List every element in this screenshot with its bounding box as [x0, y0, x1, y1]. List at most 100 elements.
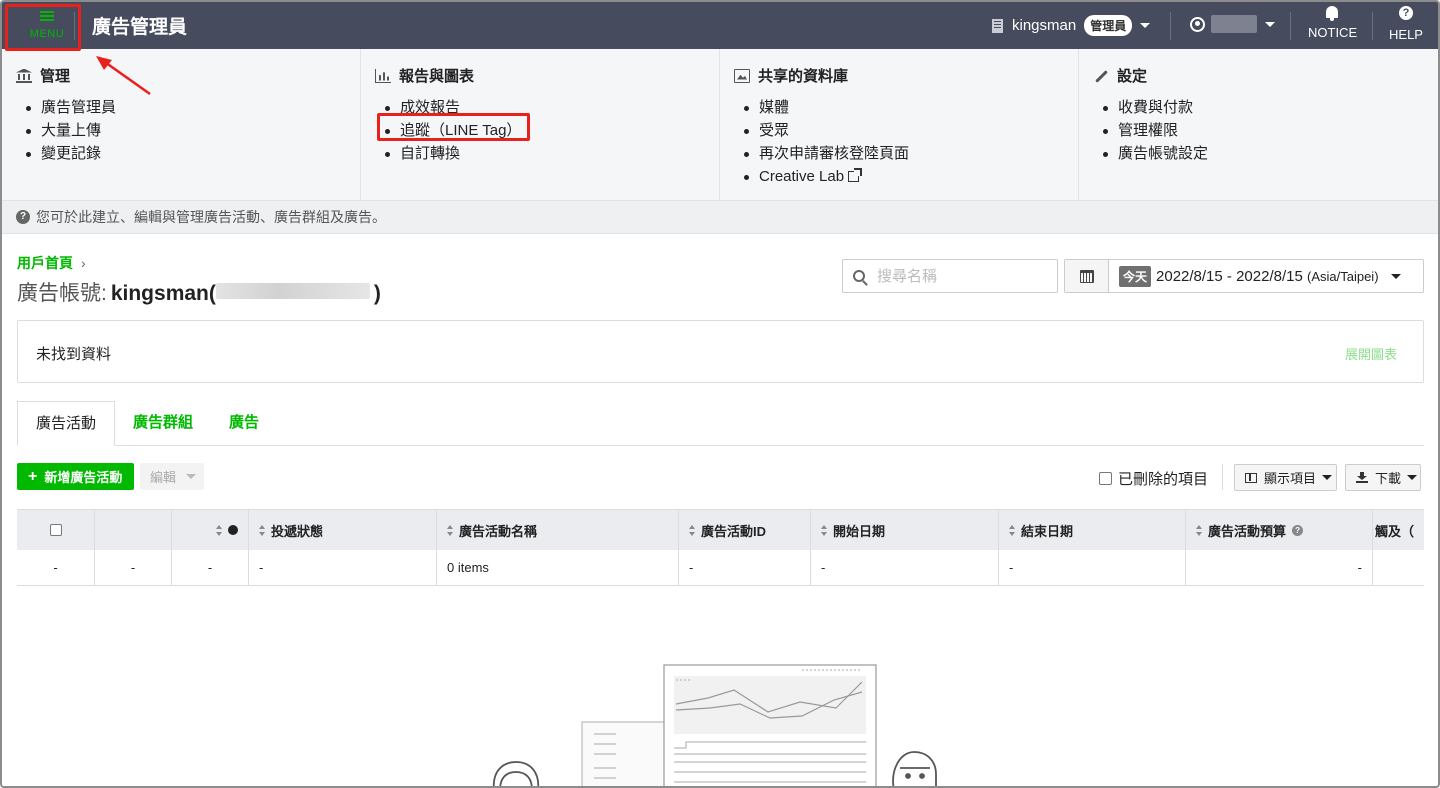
- chevron-right-icon: ›: [81, 255, 86, 271]
- menu-item-bulk-upload[interactable]: 大量上傳: [26, 119, 360, 142]
- wrench-icon: [1093, 69, 1109, 83]
- table-row: - - - - 0 items - - - -: [17, 550, 1424, 586]
- chevron-down-icon: [1140, 23, 1151, 28]
- new-campaign-button[interactable]: + 新增廣告活動: [17, 463, 134, 490]
- calendar-icon: [1079, 269, 1094, 283]
- chevron-down-icon: [1390, 273, 1401, 279]
- section-title-text: 報告與圖表: [399, 68, 475, 85]
- menu-item-performance-report[interactable]: 成效報告: [385, 96, 719, 119]
- expand-chart-link[interactable]: 展開圖表: [1345, 344, 1397, 363]
- table-cell: [1373, 550, 1424, 585]
- account-name: kingsman: [1012, 17, 1077, 34]
- user-name-redacted: [1211, 15, 1257, 33]
- menu-item-audience[interactable]: 受眾: [744, 119, 1078, 142]
- menu-button[interactable]: MENU: [16, 6, 78, 46]
- question-icon: ?: [16, 210, 30, 224]
- columns-button[interactable]: 顯示項目: [1234, 464, 1337, 491]
- header-label: 廣告活動預算: [1208, 523, 1287, 539]
- sort-icon: [689, 524, 696, 536]
- menu-item-ads-manager[interactable]: 廣告管理員: [26, 96, 360, 119]
- chart-panel: 未找到資料 展開圖表: [17, 320, 1424, 383]
- date-end: 2022/8/15: [1236, 267, 1303, 285]
- account-switcher[interactable]: kingsman 管理員: [992, 15, 1151, 36]
- sort-icon: [821, 524, 828, 536]
- page-title-account: kingsman(: [110, 282, 216, 305]
- date-dash: -: [1222, 267, 1237, 285]
- edit-label: 編輯: [150, 470, 177, 485]
- header-end-date[interactable]: 結束日期: [999, 510, 1186, 550]
- account-id-redacted: [215, 283, 370, 299]
- menu-item-custom-conversion[interactable]: 自訂轉換: [385, 142, 719, 165]
- help-button[interactable]: ? HELP: [1388, 6, 1424, 42]
- tab-bar: 廣告活動 廣告群組 廣告: [17, 401, 1424, 446]
- chevron-down-icon: [1322, 475, 1333, 480]
- header-label: 廣告活動ID: [701, 523, 767, 539]
- breadcrumb: 用戶首頁 ›: [17, 253, 86, 273]
- section-title: 共享的資料庫: [734, 65, 1078, 86]
- app-title: 廣告管理員: [92, 17, 188, 38]
- mega-menu: 管理 廣告管理員 大量上傳 變更記錄 報告與圖表 成效報告 追蹤（LINE Ta…: [2, 49, 1438, 201]
- header-campaign-name[interactable]: 廣告活動名稱: [437, 510, 679, 550]
- section-title: 管理: [16, 65, 360, 86]
- bank-icon: [16, 69, 32, 83]
- info-text: 您可於此建立、編輯與管理廣告活動、廣告群組及廣告。: [36, 209, 386, 225]
- menu-item-media[interactable]: 媒體: [744, 96, 1078, 119]
- header-delivery-status[interactable]: 投遞狀態: [249, 510, 437, 550]
- info-icon[interactable]: ?: [1292, 524, 1304, 536]
- user-menu[interactable]: [1190, 15, 1275, 33]
- tab-campaigns[interactable]: 廣告活動: [17, 401, 116, 446]
- creative-lab-label: Creative Lab: [759, 168, 845, 185]
- columns-icon: [1245, 472, 1257, 483]
- menu-item-account-settings[interactable]: 廣告帳號設定: [1103, 142, 1438, 165]
- header-reach[interactable]: 觸及（: [1373, 510, 1424, 550]
- page-title-prefix: 廣告帳號:: [17, 282, 107, 305]
- menu-item-landing-page-review[interactable]: 再次申請審核登陸頁面: [744, 142, 1078, 165]
- breadcrumb-home-link[interactable]: 用戶首頁: [17, 255, 73, 271]
- header-start-date[interactable]: 開始日期: [811, 510, 999, 550]
- section-title-text: 設定: [1117, 68, 1148, 85]
- header-col-2: [95, 510, 172, 550]
- tab-ad-groups[interactable]: 廣告群組: [115, 401, 211, 446]
- menu-item-line-tag[interactable]: 追蹤（LINE Tag）: [385, 119, 719, 142]
- no-data-message: 未找到資料: [36, 346, 112, 363]
- calendar-button[interactable]: [1065, 260, 1109, 292]
- divider: [1372, 12, 1373, 40]
- role-badge: 管理員: [1084, 15, 1133, 36]
- sort-icon: [1009, 524, 1016, 536]
- page-title-suffix: ): [373, 282, 381, 305]
- date-start: 2022/8/15: [1156, 267, 1223, 285]
- annotation-arrow-icon: [96, 56, 151, 96]
- download-icon: [1356, 472, 1368, 483]
- sort-icon: [216, 524, 223, 536]
- tab-ads[interactable]: 廣告: [211, 401, 277, 446]
- header-campaign-id[interactable]: 廣告活動ID: [679, 510, 811, 550]
- table-cell: -: [172, 550, 249, 585]
- search-input[interactable]: [877, 267, 1047, 285]
- empty-state-illustration: [492, 664, 937, 786]
- show-deleted-toggle[interactable]: 已刪除的項目: [1099, 468, 1208, 489]
- hamburger-icon: [40, 11, 54, 21]
- menu-section-settings: 設定 收費與付款 管理權限 廣告帳號設定: [1079, 49, 1438, 201]
- table-cell: -: [95, 550, 172, 585]
- notice-label: NOTICE: [1308, 25, 1358, 40]
- section-title: 設定: [1093, 65, 1438, 86]
- header-label: 開始日期: [833, 523, 886, 539]
- notice-button[interactable]: NOTICE: [1308, 6, 1358, 40]
- header-campaign-budget[interactable]: 廣告活動預算?: [1186, 510, 1373, 550]
- divider: [1222, 464, 1223, 490]
- show-deleted-checkbox[interactable]: [1099, 472, 1112, 485]
- menu-item-permissions[interactable]: 管理權限: [1103, 119, 1438, 142]
- date-range-text: 2022/8/15 - 2022/8/15 (Asia/Taipei): [1156, 268, 1379, 285]
- section-title: 報告與圖表: [375, 65, 719, 86]
- menu-item-billing[interactable]: 收費與付款: [1103, 96, 1438, 119]
- date-range-picker[interactable]: 今天 2022/8/15 - 2022/8/15 (Asia/Taipei): [1064, 259, 1424, 293]
- header-status-dot[interactable]: [172, 510, 249, 550]
- table-header: 投遞狀態 廣告活動名稱 廣告活動ID 開始日期 結束日期 廣告活動預算? 觸及（: [17, 509, 1424, 550]
- header-select-all: [17, 510, 95, 550]
- select-all-checkbox[interactable]: [49, 524, 62, 536]
- edit-button[interactable]: 編輯: [140, 463, 204, 490]
- menu-item-creative-lab[interactable]: Creative Lab: [744, 165, 1078, 188]
- download-button[interactable]: 下載: [1345, 464, 1421, 491]
- divider: [74, 12, 75, 40]
- menu-item-change-log[interactable]: 變更記錄: [26, 142, 360, 165]
